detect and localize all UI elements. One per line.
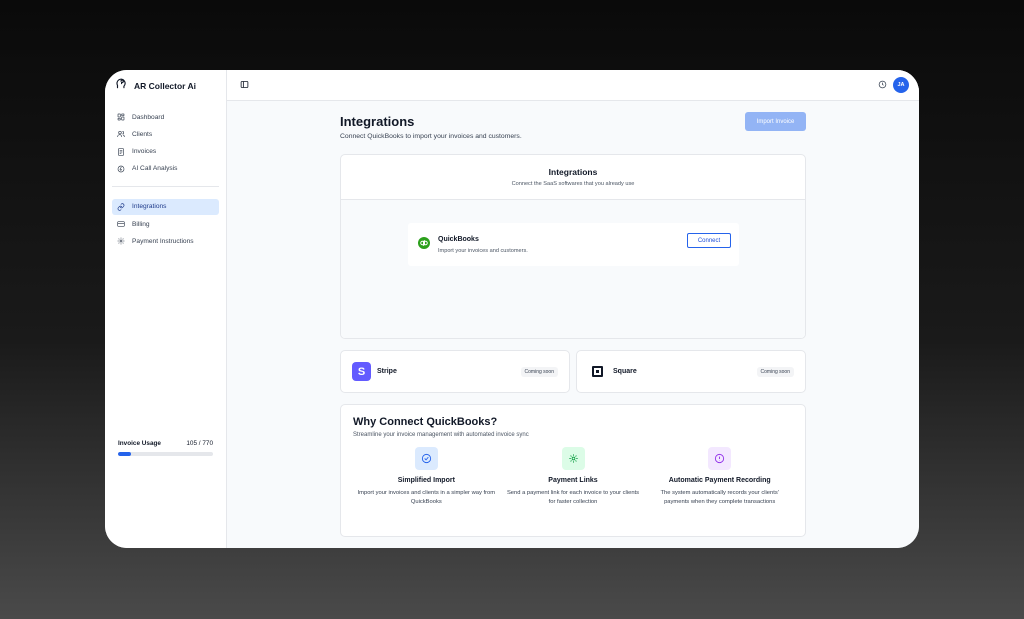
feature-simplified-import: Simplified Import Import your invoices a… — [353, 447, 500, 507]
sidebar-item-label: Integrations — [132, 203, 167, 211]
quickbooks-integration: QuickBooks Import your invoices and cust… — [408, 223, 739, 266]
sidebar-toggle-icon[interactable] — [240, 76, 249, 94]
sidebar-divider — [112, 185, 219, 187]
invoice-doc-icon — [118, 147, 124, 156]
feature-description: Import your invoices and clients in a si… — [357, 490, 496, 505]
why-subtitle: Streamline your invoice management with … — [353, 432, 529, 438]
page-content: Integrations Connect QuickBooks to impor… — [227, 101, 919, 548]
ai-analysis-icon — [117, 165, 125, 173]
page-subtitle: Connect QuickBooks to import your invoic… — [340, 133, 522, 140]
sidebar-item-ai-call-analysis[interactable]: AI Call Analysis — [112, 161, 219, 177]
help-circle-icon[interactable] — [878, 76, 887, 94]
users-icon — [117, 131, 125, 138]
square-logo-icon — [592, 366, 603, 377]
why-title: Why Connect QuickBooks? — [353, 416, 498, 428]
features-list: Simplified Import Import your invoices a… — [353, 447, 793, 507]
main-area: JA Integrations Connect QuickBooks to im… — [227, 70, 919, 548]
square-name: Square — [613, 368, 637, 375]
invoice-usage-bar — [118, 452, 213, 456]
feature-title: Simplified Import — [397, 477, 455, 484]
invoice-usage: Invoice Usage 105 / 770 — [118, 440, 213, 456]
sidebar-item-integrations[interactable]: Integrations — [112, 198, 219, 215]
stripe-logo-icon: S — [352, 362, 371, 381]
sidebar-item-label: Payment Instructions — [132, 237, 194, 245]
sidebar-item-dashboard[interactable]: Dashboard — [112, 109, 219, 125]
credit-card-icon — [117, 221, 125, 227]
invoice-usage-value: 105 / 770 — [186, 440, 213, 447]
app-name: AR Collector Ai — [134, 80, 197, 91]
sidebar-item-label: AI Call Analysis — [132, 165, 178, 173]
topbar: JA — [227, 70, 919, 101]
head-logo-icon — [114, 76, 128, 95]
sidebar-item-billing[interactable]: Billing — [112, 216, 219, 232]
integrations-card: Integrations Connect the SaaS softwares … — [340, 154, 806, 339]
coming-soon-badge: Coming soon — [756, 366, 794, 377]
alert-circle-icon — [708, 447, 732, 470]
dashboard-grid-icon — [117, 113, 125, 121]
stripe-name: Stripe — [377, 368, 397, 375]
quickbooks-connect-button[interactable]: Connect — [687, 233, 731, 248]
integrations-card-title: Integrations — [548, 167, 598, 177]
feature-title: Payment Links — [548, 477, 598, 484]
sidebar-item-label: Dashboard — [132, 113, 165, 121]
integrations-card-subtitle: Connect the SaaS softwares that you alre… — [511, 181, 635, 187]
square-integration: Square Coming soon — [576, 350, 806, 393]
app-window: AR Collector Ai Dashboard Clients Invoic… — [105, 70, 919, 548]
feature-description: Send a payment link for each invoice to … — [506, 490, 640, 505]
link-icon — [117, 203, 125, 211]
sidebar-item-label: Billing — [132, 220, 150, 228]
quickbooks-name: QuickBooks — [438, 235, 479, 243]
why-connect-card: Why Connect QuickBooks? Streamline your … — [340, 404, 806, 537]
check-circle-icon — [414, 447, 438, 470]
feature-description: The system automatically records your cl… — [660, 490, 779, 505]
feature-payment-links: Payment Links Send a payment link for ea… — [500, 447, 647, 507]
coming-soon-badge: Coming soon — [520, 366, 558, 377]
sidebar-item-payment-instructions[interactable]: Payment Instructions — [112, 233, 219, 249]
avatar[interactable]: JA — [893, 77, 909, 93]
import-invoice-button[interactable]: Import Invoice — [745, 112, 806, 131]
invoice-usage-label: Invoice Usage — [118, 440, 161, 447]
sidebar-nav: Dashboard Clients Invoices AI Call Analy… — [105, 101, 226, 251]
quickbooks-logo-icon — [418, 236, 430, 254]
sidebar: AR Collector Ai Dashboard Clients Invoic… — [105, 70, 227, 548]
gear-icon — [561, 447, 585, 470]
integrations-card-body: QuickBooks Import your invoices and cust… — [341, 200, 805, 338]
sidebar-item-label: Clients — [132, 130, 153, 138]
quickbooks-description: Import your invoices and customers. — [438, 247, 528, 254]
sidebar-item-invoices[interactable]: Invoices — [112, 144, 219, 160]
feature-title: Automatic Payment Recording — [668, 477, 771, 484]
invoice-usage-fill — [118, 452, 131, 456]
sidebar-item-label: Invoices — [132, 148, 157, 156]
sidebar-item-clients[interactable]: Clients — [112, 126, 219, 142]
stripe-integration: S Stripe Coming soon — [340, 350, 570, 393]
gear-icon — [117, 238, 125, 245]
page-title: Integrations — [340, 114, 415, 129]
feature-automatic-payment-recording: Automatic Payment Recording The system a… — [646, 447, 793, 507]
page-header: Integrations Connect QuickBooks to impor… — [340, 112, 806, 140]
brand[interactable]: AR Collector Ai — [105, 70, 226, 101]
integrations-card-header: Integrations Connect the SaaS softwares … — [341, 155, 805, 200]
